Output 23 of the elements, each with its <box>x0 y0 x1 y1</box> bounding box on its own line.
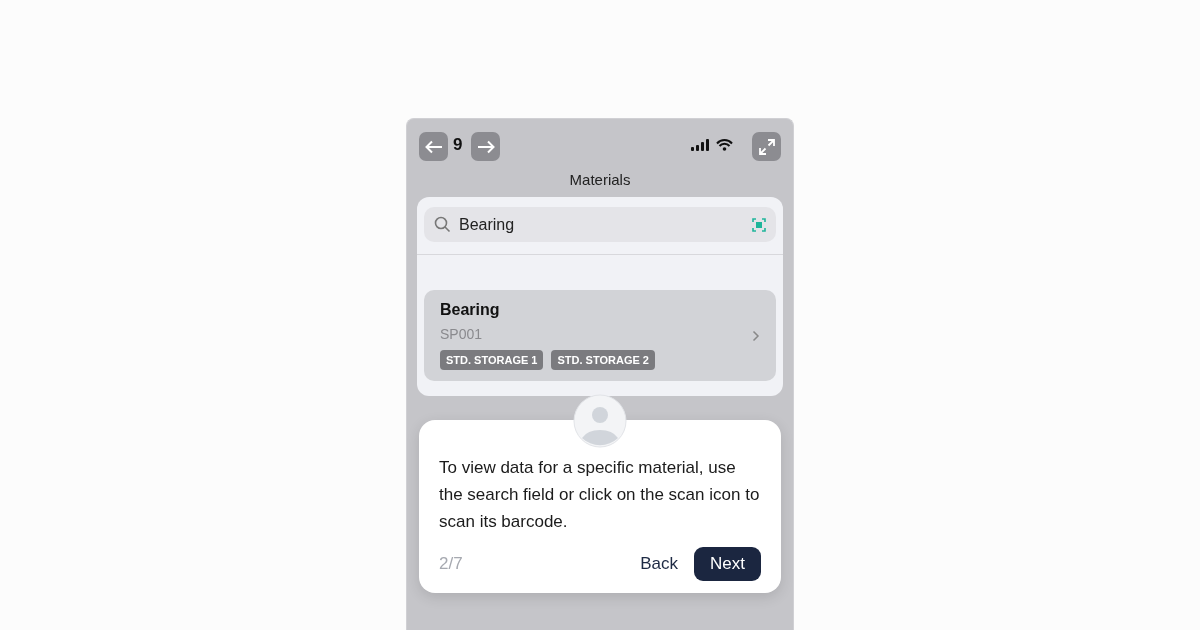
scan-icon[interactable] <box>752 217 766 232</box>
search-icon <box>434 216 451 233</box>
material-name: Bearing <box>440 301 501 319</box>
right-arrow-icon <box>476 139 495 154</box>
wifi-icon <box>716 139 733 151</box>
expand-icon <box>758 138 775 155</box>
step-counter: 2/7 <box>439 554 463 574</box>
tour-text: To view data for a specific material, use the search field or click on the scan icon to scan its barcode. <box>439 457 761 533</box>
screen-title: Materials <box>568 171 632 190</box>
storage-tag: STD. STORAGE 2 <box>551 350 655 370</box>
search-field[interactable]: Bearing <box>424 207 776 242</box>
next-button[interactable]: Next <box>694 547 761 581</box>
left-arrow-icon <box>424 139 443 154</box>
signal-icon <box>691 139 710 151</box>
status-time: 9 <box>453 135 463 155</box>
forward-arrow-button[interactable] <box>471 132 500 161</box>
material-card[interactable]: Bearing SP001 STD. STORAGE 1 STD. STORAGE 2 <box>424 290 776 381</box>
chevron-icon <box>752 329 760 342</box>
back-button[interactable]: Back <box>634 548 685 580</box>
expand-button[interactable] <box>752 132 781 161</box>
material-code: SP001 <box>440 326 484 342</box>
storage-tag: STD. STORAGE 1 <box>440 350 544 370</box>
back-arrow-button[interactable] <box>419 132 448 161</box>
